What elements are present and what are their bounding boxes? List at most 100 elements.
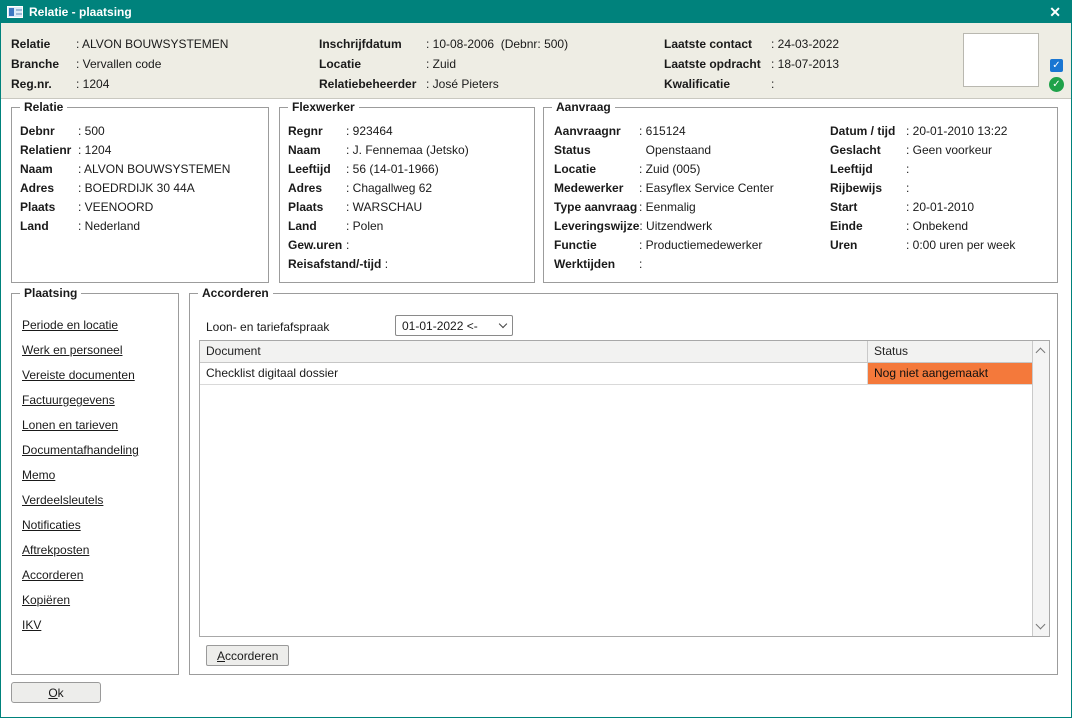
- info-row: Functie: Productiemedewerker: [554, 236, 774, 255]
- column-header-status[interactable]: Status: [868, 341, 1032, 362]
- info-row: Werktijden:: [554, 255, 774, 274]
- field-label: Leveringswijze: [554, 217, 639, 236]
- field-label: Land: [20, 217, 78, 236]
- loon-tariefafspraak-select[interactable]: 01-01-2022 <-: [395, 315, 513, 336]
- nav-link-vereiste-documenten[interactable]: Vereiste documenten: [22, 366, 168, 384]
- nav-link-verdeelsleutels[interactable]: Verdeelsleutels: [22, 491, 168, 509]
- plaatsing-groupbox: Plaatsing Periode en locatie Werk en per…: [11, 293, 179, 675]
- info-row: Start: 20-01-2010: [830, 198, 1015, 217]
- scroll-up-icon[interactable]: [1036, 348, 1046, 358]
- groupbox-title: Aanvraag: [552, 100, 615, 114]
- field-value: : Nederland: [78, 217, 140, 236]
- nav-link-lonen-en-tarieven[interactable]: Lonen en tarieven: [22, 416, 168, 434]
- field-value: : 615124: [639, 122, 686, 141]
- field-value: : Zuid: [426, 54, 456, 74]
- field-value: : Geen voorkeur: [906, 141, 992, 160]
- field-label: Einde: [830, 217, 906, 236]
- info-row: Reisafstand/-tijd :: [288, 255, 526, 274]
- info-row: Plaats: VEENOORD: [20, 198, 260, 217]
- field-label: Gew.uren: [288, 236, 346, 255]
- field-label: Rijbewijs: [830, 179, 906, 198]
- field-label: Medewerker: [554, 179, 639, 198]
- info-row: Naam: J. Fennemaa (Jetsko): [288, 141, 526, 160]
- field-label: Functie: [554, 236, 639, 255]
- field-label: Locatie: [554, 160, 639, 179]
- select-value: 01-01-2022 <-: [402, 319, 478, 333]
- field-value: : 18-07-2013: [771, 54, 839, 74]
- nav-link-kopieren[interactable]: Kopiëren: [22, 591, 168, 609]
- header-row: Kwalificatie :: [664, 74, 839, 94]
- header-column-laatste: Laatste contact : 24-03-2022 Laatste opd…: [664, 34, 839, 94]
- accorderen-button[interactable]: Accorderen: [206, 645, 289, 666]
- field-value: : Eenmalig: [639, 198, 696, 217]
- field-value: : Chagallweg 62: [346, 179, 432, 198]
- field-label: Werktijden: [554, 255, 639, 274]
- field-value: :: [771, 74, 774, 94]
- field-value: : 56 (14-01-1966): [346, 160, 439, 179]
- field-value: : Polen: [346, 217, 383, 236]
- column-header-document[interactable]: Document: [200, 341, 868, 362]
- info-row: Datum / tijd: 20-01-2010 13:22: [830, 122, 1015, 141]
- table-header-row: Document Status: [200, 341, 1032, 363]
- aanvraag-right-fields: Datum / tijd: 20-01-2010 13:22 Geslacht:…: [830, 122, 1015, 255]
- nav-link-notificaties[interactable]: Notificaties: [22, 516, 168, 534]
- app-icon: [7, 6, 23, 18]
- nav-link-aftrekposten[interactable]: Aftrekposten: [22, 541, 168, 559]
- header-row: Locatie : Zuid: [319, 54, 568, 74]
- plaatsing-nav: Periode en locatie Werk en personeel Ver…: [12, 294, 178, 634]
- field-value: : 923464: [346, 122, 393, 141]
- info-row: Locatie: Zuid (005): [554, 160, 774, 179]
- nav-link-accorderen[interactable]: Accorderen: [22, 566, 168, 584]
- nav-link-ikv[interactable]: IKV: [22, 616, 168, 634]
- table-scrollbar[interactable]: [1032, 341, 1049, 636]
- field-label: Leeftijd: [830, 160, 906, 179]
- chevron-down-icon: [499, 320, 507, 328]
- close-icon[interactable]: ✕: [1047, 1, 1063, 23]
- field-value: : 20-01-2010: [906, 198, 974, 217]
- field-label: Laatste opdracht: [664, 54, 771, 74]
- blue-checkbox-icon[interactable]: ✓: [1050, 59, 1063, 72]
- field-label: Reisafstand/-tijd: [288, 255, 381, 274]
- field-label: Laatste contact: [664, 34, 771, 54]
- nav-link-memo[interactable]: Memo: [22, 466, 168, 484]
- nav-link-periode-en-locatie[interactable]: Periode en locatie: [22, 316, 168, 334]
- field-value: : Productiemedewerker: [639, 236, 762, 255]
- info-row: Relatienr: 1204: [20, 141, 260, 160]
- summary-header: Relatie : ALVON BOUWSYSTEMEN Branche : V…: [1, 23, 1071, 99]
- groupbox-title: Relatie: [20, 100, 67, 114]
- table-row[interactable]: Checklist digitaal dossier Nog niet aang…: [200, 363, 1032, 385]
- button-label: O: [48, 686, 57, 700]
- ok-button[interactable]: Ok: [11, 682, 101, 703]
- info-row: Plaats: WARSCHAU: [288, 198, 526, 217]
- button-label: k: [58, 686, 64, 700]
- button-label: A: [217, 649, 225, 663]
- nav-link-werk-en-personeel[interactable]: Werk en personeel: [22, 341, 168, 359]
- field-value: : 10-08-2006 (Debnr: 500): [426, 34, 568, 54]
- field-value: : VEENOORD: [78, 198, 153, 217]
- field-label: Inschrijfdatum: [319, 34, 426, 54]
- info-row: Leeftijd: 56 (14-01-1966): [288, 160, 526, 179]
- accorderen-groupbox: Accorderen Loon- en tariefafspraak 01-01…: [189, 293, 1058, 675]
- aanvraag-groupbox: Aanvraag Aanvraagnr: 615124 Status Opens…: [543, 107, 1058, 283]
- scroll-down-icon[interactable]: [1036, 620, 1046, 630]
- nav-link-documentafhandeling[interactable]: Documentafhandeling: [22, 441, 168, 459]
- info-row: Medewerker: Easyflex Service Center: [554, 179, 774, 198]
- field-value: : J. Fennemaa (Jetsko): [346, 141, 469, 160]
- header-row: Relatie : ALVON BOUWSYSTEMEN: [11, 34, 228, 54]
- info-row: Einde: Onbekend: [830, 217, 1015, 236]
- header-row: Branche : Vervallen code: [11, 54, 228, 74]
- field-value: :: [346, 236, 349, 255]
- field-value: : 1204: [78, 141, 111, 160]
- field-label: Naam: [288, 141, 346, 160]
- relatie-groupbox: Relatie Debnr: 500 Relatienr: 1204 Naam:…: [11, 107, 269, 283]
- field-label: Plaats: [20, 198, 78, 217]
- field-label: Locatie: [319, 54, 426, 74]
- nav-link-factuurgegevens[interactable]: Factuurgegevens: [22, 391, 168, 409]
- field-label: Reg.nr.: [11, 74, 76, 94]
- header-row: Inschrijfdatum : 10-08-2006 (Debnr: 500): [319, 34, 568, 54]
- aanvraag-left-fields: Aanvraagnr: 615124 Status Openstaand Loc…: [554, 122, 774, 274]
- info-row: Type aanvraag: Eenmalig: [554, 198, 774, 217]
- info-row: Status Openstaand: [554, 141, 774, 160]
- status-icons: ✓ ✓: [1049, 59, 1064, 92]
- field-value: : Zuid (005): [639, 160, 700, 179]
